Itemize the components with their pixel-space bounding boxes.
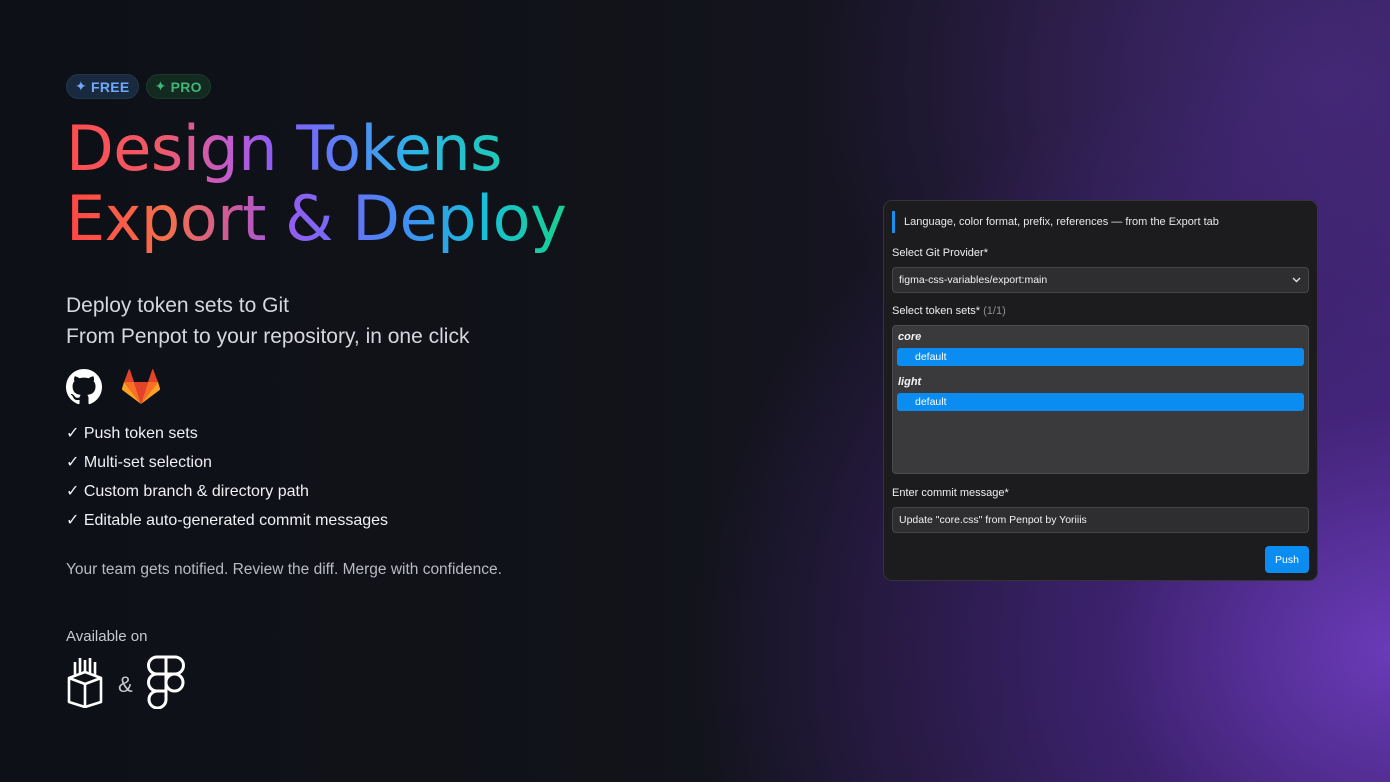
chevron-down-icon: [1292, 275, 1302, 285]
feature-list: ✓ Push token sets ✓ Multi-set selection …: [66, 423, 388, 539]
github-icon: [66, 369, 102, 410]
commit-message-input[interactable]: Update "core.css" from Penpot by Yoriiis: [892, 507, 1309, 533]
sparkle-icon: ✦: [154, 78, 167, 94]
subtitle: Deploy token sets to Git From Penpot to …: [66, 290, 469, 352]
token-group-core: core: [898, 331, 922, 343]
push-button[interactable]: Push: [1265, 546, 1309, 573]
gitlab-icon: [121, 368, 161, 410]
free-badge: ✦ FREE: [66, 74, 139, 99]
git-provider-logos: [66, 368, 161, 410]
git-provider-select[interactable]: figma-css-variables/export:main: [892, 267, 1309, 293]
penpot-icon: [66, 656, 104, 713]
feature-item: ✓ Multi-set selection: [66, 454, 212, 471]
feature-item: ✓ Custom branch & directory path: [66, 483, 309, 500]
info-callout: Language, color format, prefix, referenc…: [892, 211, 1292, 233]
commit-message-label: Enter commit message*: [892, 487, 1009, 499]
figma-icon: [146, 655, 185, 714]
pro-badge: ✦ PRO: [145, 74, 211, 99]
platform-logos: &: [66, 655, 185, 714]
feature-item: ✓ Push token sets: [66, 425, 198, 442]
export-panel: Language, color format, prefix, referenc…: [883, 200, 1318, 581]
token-sets-list[interactable]: core default light default: [892, 325, 1309, 474]
headline: Design Tokens Export & Deploy: [66, 114, 706, 254]
git-provider-value: figma-css-variables/export:main: [899, 274, 1048, 286]
available-on-label: Available on: [66, 628, 148, 645]
token-sets-label: Select token sets* (1/1): [892, 305, 1006, 317]
pro-badge-label: PRO: [170, 78, 202, 95]
token-sets-count: (1/1): [983, 305, 1006, 317]
headline-line-1: Design Tokens: [66, 112, 502, 185]
subtitle-line-2: From Penpot to your repository, in one c…: [66, 325, 470, 348]
headline-line-2: Export & Deploy: [66, 182, 567, 255]
feature-item: ✓ Editable auto-generated commit message…: [66, 512, 389, 529]
git-provider-label: Select Git Provider*: [892, 247, 988, 259]
token-set-option[interactable]: default: [897, 348, 1304, 366]
ampersand: &: [118, 671, 133, 697]
token-sets-label-text: Select token sets*: [892, 305, 981, 317]
hero-section: ✦ FREE ✦ PRO Design Tokens Export & Depl…: [66, 0, 766, 782]
token-set-option[interactable]: default: [897, 393, 1304, 411]
token-group-light: light: [898, 376, 922, 388]
free-badge-label: FREE: [91, 78, 130, 95]
tagline: Your team gets notified. Review the diff…: [66, 561, 502, 578]
plan-badges: ✦ FREE ✦ PRO: [66, 74, 211, 99]
subtitle-line-1: Deploy token sets to Git: [66, 294, 289, 317]
sparkle-icon: ✦: [75, 78, 88, 94]
